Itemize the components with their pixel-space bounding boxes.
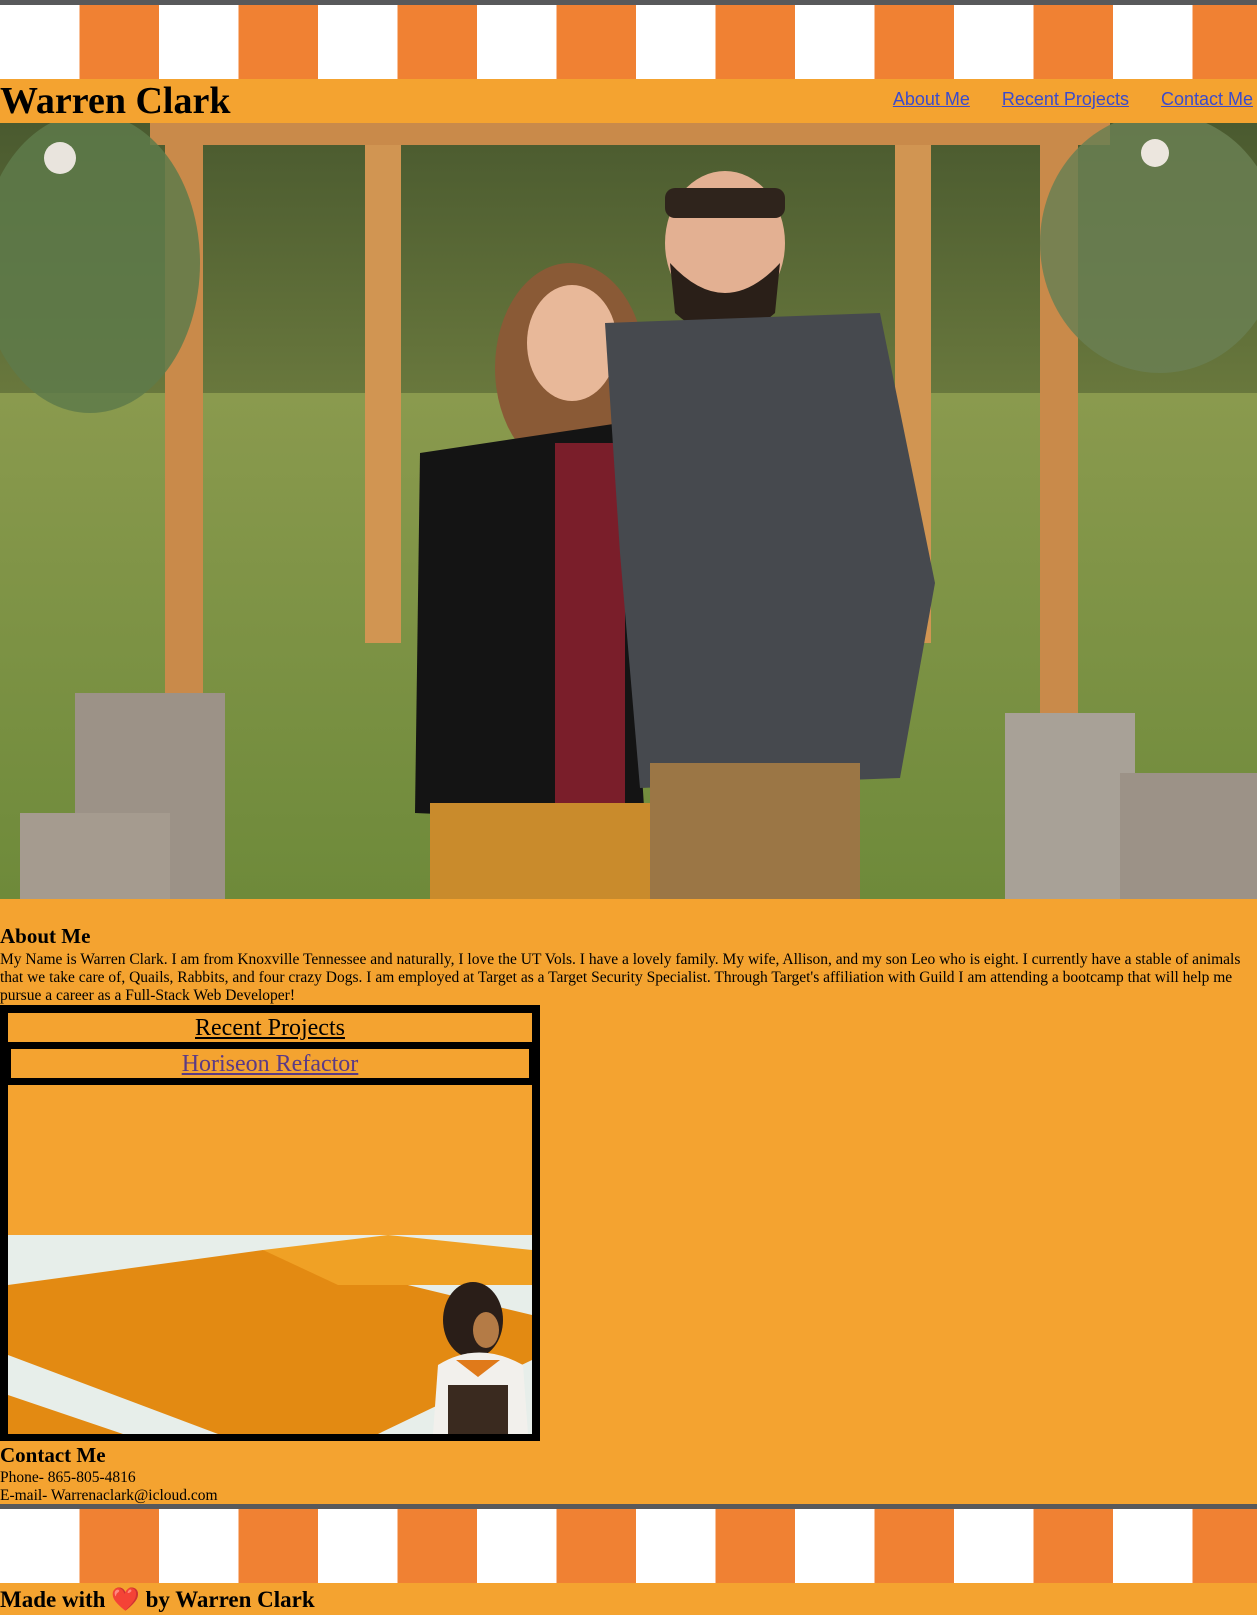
about-text: My Name is Warren Clark. I am from Knoxv… [0, 951, 1241, 1004]
contact-title: Contact Me [0, 1443, 106, 1467]
couple-photo-illustration [0, 123, 1257, 899]
nav-link-about[interactable]: About Me [893, 89, 970, 109]
project-link-horiseon[interactable]: Horiseon Refactor [182, 1051, 359, 1077]
footer-prefix: Made with [0, 1587, 106, 1612]
about-title: About Me [0, 924, 91, 948]
project-card-horiseon: Horiseon Refactor [9, 1047, 531, 1080]
recent-projects-panel: Recent Projects Horiseon Refactor [0, 1005, 540, 1441]
recent-projects-heading: Recent Projects [6, 1011, 534, 1044]
nav-link-contact[interactable]: Contact Me [1161, 89, 1253, 109]
hero-photo [0, 123, 1257, 899]
main-nav: About Me Recent Projects Contact Me [865, 89, 1253, 110]
checkerboard-dog-illustration [8, 1085, 532, 1434]
bottom-stripe-banner [0, 1504, 1257, 1583]
site-header: Warren Clark About Me Recent Projects Co… [0, 79, 1257, 123]
top-stripe-banner [0, 0, 1257, 79]
contact-email: E-mail- Warrenaclark@icloud.com [0, 1487, 218, 1504]
footer-credit: Made with ❤️ by Warren Clark [0, 1586, 315, 1614]
site-footer: Made with ❤️ by Warren Clark [0, 1583, 1257, 1615]
contact-phone: Phone- 865-805-4816 [0, 1469, 136, 1486]
site-title: Warren Clark [0, 80, 231, 122]
project-image-horiseon[interactable] [8, 1085, 532, 1434]
footer-suffix: by Warren Clark [145, 1587, 315, 1612]
heart-icon: ❤️ [111, 1587, 140, 1612]
nav-link-projects[interactable]: Recent Projects [1002, 89, 1129, 109]
